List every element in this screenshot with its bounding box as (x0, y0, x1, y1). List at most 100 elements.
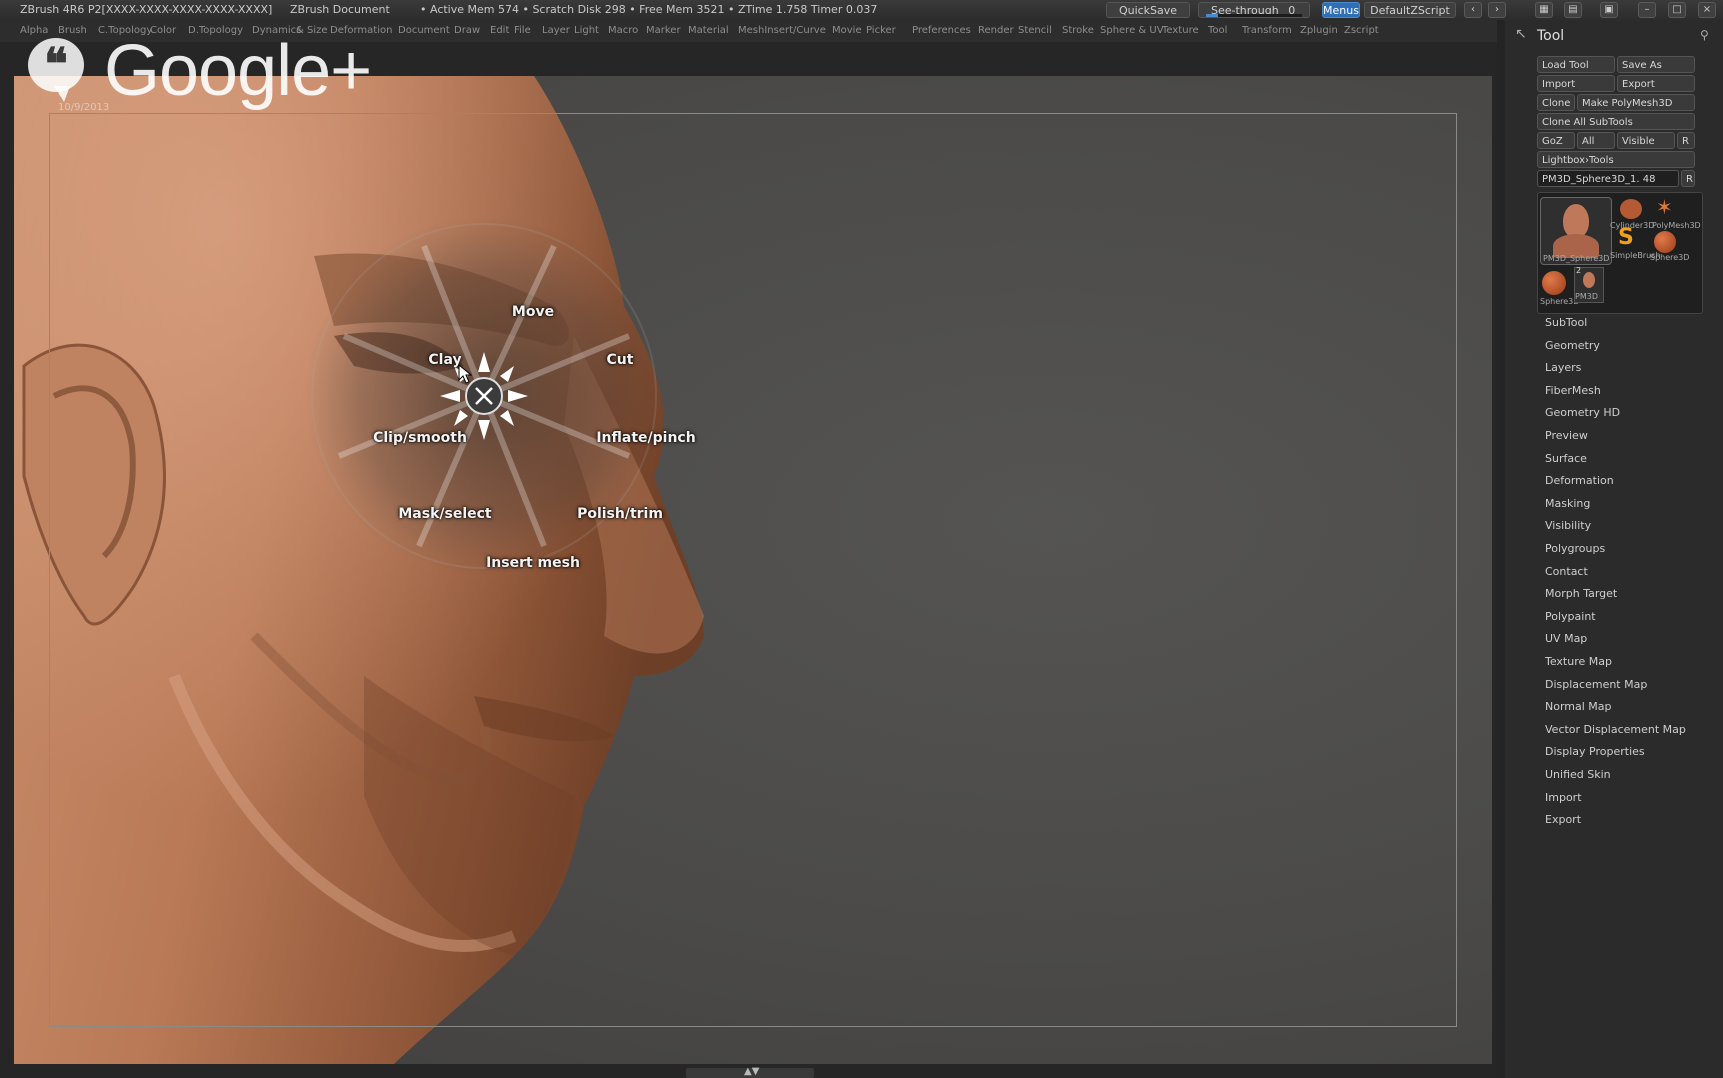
section-surface[interactable]: Surface (1545, 452, 1587, 465)
current-tool-r-button[interactable]: R (1681, 170, 1695, 187)
menu-item-meshinsert-curve[interactable]: MeshInsert/Curve (738, 20, 826, 42)
sphere-thumb-icon[interactable] (1654, 231, 1676, 253)
section-fibermesh[interactable]: FiberMesh (1545, 384, 1601, 397)
section-subtool[interactable]: SubTool (1545, 316, 1587, 329)
all-button[interactable]: All (1577, 132, 1615, 149)
menu-item-document[interactable]: Document (398, 20, 450, 42)
pie-item-polish-trim[interactable]: Polish/trim (577, 506, 663, 522)
menu-item-preferences[interactable]: Preferences (912, 20, 971, 42)
make-polymesh-button[interactable]: Make PolyMesh3D (1577, 94, 1695, 111)
tray-divider[interactable] (1497, 20, 1505, 1078)
import-button[interactable]: Import (1537, 75, 1615, 92)
section-normal-map[interactable]: Normal Map (1545, 700, 1612, 713)
menu-item-render[interactable]: Render (978, 20, 1014, 42)
palette-collapse-icon[interactable]: ↖ (1515, 26, 1527, 42)
section-geometry-hd[interactable]: Geometry HD (1545, 406, 1620, 419)
section-contact[interactable]: Contact (1545, 565, 1588, 578)
pin-icon[interactable]: ⚲ (1700, 28, 1709, 42)
section-masking[interactable]: Masking (1545, 497, 1590, 510)
section-texture-map[interactable]: Texture Map (1545, 655, 1612, 668)
close-icon[interactable]: × (1698, 2, 1716, 18)
menu-item-sphere-uv[interactable]: Sphere & UV (1100, 20, 1164, 42)
sphere2-thumb-icon[interactable] (1542, 271, 1566, 295)
load-tool-button[interactable]: Load Tool (1537, 56, 1615, 73)
visible-button[interactable]: Visible (1617, 132, 1675, 149)
section-import[interactable]: Import (1545, 791, 1582, 804)
tool-thumb-label: PM3D_Sphere3D (1543, 254, 1610, 263)
menu-item-movie[interactable]: Movie (832, 20, 862, 42)
title-bar: ZBrush 4R6 P2[XXXX-XXXX-XXXX-XXXX-XXXX] … (0, 0, 1723, 20)
section-uv-map[interactable]: UV Map (1545, 632, 1587, 645)
current-tool-slider[interactable]: PM3D_Sphere3D_1. 48 (1537, 170, 1679, 187)
tool-thumb-pm3d-sphere[interactable]: PM3D_Sphere3D (1540, 197, 1612, 265)
menu-item-picker[interactable]: Picker (866, 20, 896, 42)
quicksave-button[interactable]: QuickSave (1106, 2, 1190, 18)
scroll-arrows-icon[interactable]: ▲▼ (744, 1066, 759, 1077)
color-icon[interactable]: ▤ (1564, 2, 1582, 18)
section-export[interactable]: Export (1545, 813, 1581, 826)
section-layers[interactable]: Layers (1545, 361, 1581, 374)
pie-item-insert-mesh[interactable]: Insert mesh (486, 555, 580, 571)
pie-item-clay[interactable]: Clay (428, 352, 461, 368)
r-button[interactable]: R (1677, 132, 1695, 149)
section-display-properties[interactable]: Display Properties (1545, 745, 1645, 758)
clone-button[interactable]: Clone (1537, 94, 1575, 111)
google-plus-logo: Google+ (104, 31, 372, 111)
menu-item-light[interactable]: Light (574, 20, 599, 42)
minimize-icon[interactable]: – (1638, 2, 1656, 18)
see-through-track[interactable] (1206, 14, 1302, 17)
layout-icon[interactable]: ▦ (1535, 2, 1553, 18)
lock-icon[interactable]: ▣ (1600, 2, 1618, 18)
section-preview[interactable]: Preview (1545, 429, 1588, 442)
section-polypaint[interactable]: Polypaint (1545, 610, 1596, 623)
pie-item-cut[interactable]: Cut (607, 352, 634, 368)
section-unified-skin[interactable]: Unified Skin (1545, 768, 1611, 781)
default-zscript-button[interactable]: DefaultZScript (1364, 2, 1456, 18)
pie-item-clip-smooth[interactable]: Clip/smooth (373, 430, 467, 446)
memory-stats: • Active Mem 574 • Scratch Disk 298 • Fr… (420, 3, 878, 16)
menu-item-texture[interactable]: Texture (1162, 20, 1199, 42)
section-geometry[interactable]: Geometry (1545, 339, 1600, 352)
arrow-right-icon[interactable]: › (1488, 2, 1506, 18)
pm3d-thumb[interactable]: 2 PM3D (1574, 266, 1604, 303)
cylinder-thumb-icon[interactable] (1620, 199, 1642, 219)
section-deformation[interactable]: Deformation (1545, 474, 1614, 487)
menu-item-edit[interactable]: Edit (490, 20, 509, 42)
section-polygroups[interactable]: Polygroups (1545, 542, 1605, 555)
polymesh-star-icon[interactable]: ✶ (1656, 197, 1673, 217)
arrow-left-icon[interactable]: ‹ (1464, 2, 1482, 18)
pie-item-inflate-pinch[interactable]: Inflate/pinch (596, 430, 695, 446)
maximize-icon[interactable]: □ (1668, 2, 1686, 18)
section-visibility[interactable]: Visibility (1545, 519, 1591, 532)
pie-item-move[interactable]: Move (512, 304, 554, 320)
menu-item-zscript[interactable]: Zscript (1344, 20, 1379, 42)
export-button[interactable]: Export (1617, 75, 1695, 92)
menu-item-zplugin[interactable]: Zplugin (1300, 20, 1338, 42)
menu-item-tool[interactable]: Tool (1208, 20, 1227, 42)
simplebrush-thumb-icon[interactable]: S (1618, 227, 1634, 249)
section-morph-target[interactable]: Morph Target (1545, 587, 1617, 600)
menu-item-material[interactable]: Material (688, 20, 729, 42)
pie-item-mask-select[interactable]: Mask/select (398, 506, 491, 522)
document-frame (49, 113, 1457, 1027)
document-canvas[interactable] (14, 76, 1492, 1064)
app-info: ZBrush 4R6 P2[XXXX-XXXX-XXXX-XXXX-XXXX] (20, 3, 273, 16)
save-as-button[interactable]: Save As (1617, 56, 1695, 73)
goz-button[interactable]: GoZ (1537, 132, 1575, 149)
menu-item-layer[interactable]: Layer (542, 20, 570, 42)
overlay-subtext: 10/9/2013 (58, 102, 110, 113)
menu-item-stroke[interactable]: Stroke (1062, 20, 1094, 42)
clone-all-subtools-button[interactable]: Clone All SubTools (1537, 113, 1695, 130)
zbrush-window: ZBrush 4R6 P2[XXXX-XXXX-XXXX-XXXX-XXXX] … (0, 0, 1723, 1078)
menus-toggle[interactable]: Menus (1322, 2, 1360, 18)
menu-item-draw[interactable]: Draw (454, 20, 480, 42)
menu-item-stencil[interactable]: Stencil (1018, 20, 1052, 42)
section-displacement-map[interactable]: Displacement Map (1545, 678, 1647, 691)
section-vector-displacement-map[interactable]: Vector Displacement Map (1545, 723, 1686, 736)
menu-item-transform[interactable]: Transform (1242, 20, 1292, 42)
menu-item-file[interactable]: File (514, 20, 531, 42)
menu-item-macro[interactable]: Macro (608, 20, 638, 42)
tool-thumbnails: PM3D_Sphere3D Cylinder3D ✶ PolyMesh3D S … (1537, 192, 1703, 314)
lightbox-tools-button[interactable]: Lightbox›Tools (1537, 151, 1695, 168)
menu-item-marker[interactable]: Marker (646, 20, 681, 42)
